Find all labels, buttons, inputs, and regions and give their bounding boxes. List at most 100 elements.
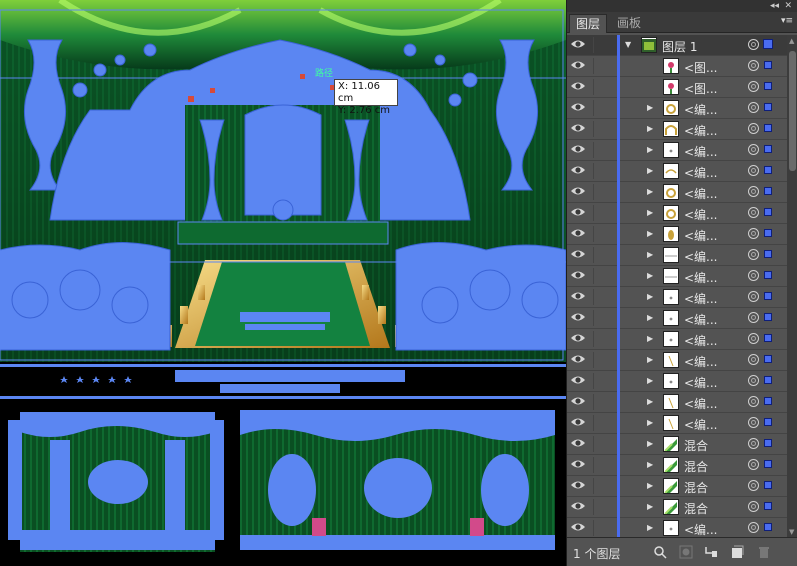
sublayer-row[interactable]: ▶ <编... bbox=[567, 350, 787, 371]
visibility-eye-icon[interactable] bbox=[570, 143, 590, 157]
sublayer-row[interactable]: ▶ <编... bbox=[567, 413, 787, 434]
layer-row[interactable]: ▼ 图层 1 bbox=[567, 35, 787, 56]
visibility-eye-icon[interactable] bbox=[570, 395, 590, 409]
visibility-eye-icon[interactable] bbox=[570, 185, 590, 199]
target-circle-icon[interactable] bbox=[748, 102, 759, 113]
visibility-eye-icon[interactable] bbox=[570, 332, 590, 346]
wedding-stage-artwork[interactable] bbox=[0, 0, 566, 566]
expand-arrow-icon[interactable]: ▶ bbox=[647, 439, 653, 448]
selection-indicator[interactable] bbox=[764, 523, 772, 531]
sublayer-row[interactable]: ▶ <编... bbox=[567, 98, 787, 119]
artboard-canvas[interactable]: 路径 X: 11.06 cm Y: 2.76 cm bbox=[0, 0, 566, 566]
selection-indicator[interactable] bbox=[764, 82, 772, 90]
expand-arrow-icon[interactable]: ▶ bbox=[647, 502, 653, 511]
layer-name[interactable]: <编... bbox=[684, 311, 718, 328]
selection-indicator[interactable] bbox=[764, 145, 772, 153]
target-circle-icon[interactable] bbox=[748, 228, 759, 239]
visibility-eye-icon[interactable] bbox=[570, 311, 590, 325]
expand-arrow-icon[interactable]: ▶ bbox=[647, 208, 653, 217]
layer-name[interactable]: <编... bbox=[684, 269, 718, 286]
expand-arrow-icon[interactable]: ▶ bbox=[647, 334, 653, 343]
layer-name[interactable]: <图... bbox=[684, 80, 718, 97]
new-layer-icon[interactable] bbox=[730, 544, 744, 558]
tab-layers[interactable]: 图层 bbox=[569, 14, 608, 33]
visibility-eye-icon[interactable] bbox=[570, 164, 590, 178]
layers-scrollbar[interactable]: ▲ ▼ bbox=[787, 35, 797, 538]
lock-toggle[interactable] bbox=[593, 205, 614, 221]
layer-name[interactable]: <编... bbox=[684, 227, 718, 244]
scrollbar-thumb[interactable] bbox=[789, 51, 796, 171]
target-circle-icon[interactable] bbox=[748, 291, 759, 302]
selection-indicator[interactable] bbox=[764, 334, 772, 342]
scroll-up-icon[interactable]: ▲ bbox=[789, 37, 794, 45]
lock-toggle[interactable] bbox=[593, 310, 614, 326]
selection-indicator[interactable] bbox=[764, 376, 772, 384]
delete-layer-icon[interactable] bbox=[757, 544, 771, 558]
visibility-eye-icon[interactable] bbox=[570, 374, 590, 388]
target-circle-icon[interactable] bbox=[748, 312, 759, 323]
selection-indicator[interactable] bbox=[764, 418, 772, 426]
lock-toggle[interactable] bbox=[593, 268, 614, 284]
lock-toggle[interactable] bbox=[593, 184, 614, 200]
sublayer-row[interactable]: <图... bbox=[567, 56, 787, 77]
target-circle-icon[interactable] bbox=[748, 249, 759, 260]
layer-name[interactable]: 图层 1 bbox=[662, 38, 697, 55]
layer-name[interactable]: <编... bbox=[684, 332, 718, 349]
visibility-eye-icon[interactable] bbox=[570, 458, 590, 472]
layer-name[interactable]: <编... bbox=[684, 101, 718, 118]
visibility-eye-icon[interactable] bbox=[570, 416, 590, 430]
lock-toggle[interactable] bbox=[593, 58, 614, 74]
sublayer-row[interactable]: <图... bbox=[567, 77, 787, 98]
layer-name[interactable]: <编... bbox=[684, 416, 718, 433]
sublayer-row[interactable]: ▶ <编... bbox=[567, 161, 787, 182]
selection-indicator[interactable] bbox=[764, 313, 772, 321]
sublayer-row[interactable]: ▶ <编... bbox=[567, 308, 787, 329]
panel-menu-icon[interactable]: ▾≡ bbox=[781, 16, 793, 26]
selection-indicator[interactable] bbox=[764, 250, 772, 258]
sublayer-row[interactable]: ▶ <编... bbox=[567, 518, 787, 538]
close-panel-icon[interactable]: ✕ bbox=[784, 0, 792, 12]
visibility-eye-icon[interactable] bbox=[570, 269, 590, 283]
selection-indicator[interactable] bbox=[764, 271, 772, 279]
sublayer-row[interactable]: ▶ <编... bbox=[567, 224, 787, 245]
target-circle-icon[interactable] bbox=[748, 438, 759, 449]
expand-arrow-icon[interactable]: ▶ bbox=[647, 460, 653, 469]
lock-toggle[interactable] bbox=[593, 415, 614, 431]
sublayer-row[interactable]: ▶ <编... bbox=[567, 119, 787, 140]
lock-toggle[interactable] bbox=[593, 289, 614, 305]
target-circle-icon[interactable] bbox=[748, 480, 759, 491]
target-circle-icon[interactable] bbox=[748, 333, 759, 344]
layer-name[interactable]: <编... bbox=[684, 521, 718, 538]
selection-indicator[interactable] bbox=[764, 229, 772, 237]
lock-toggle[interactable] bbox=[593, 394, 614, 410]
create-sublayer-icon[interactable] bbox=[704, 544, 718, 558]
make-clipping-mask-icon[interactable] bbox=[679, 544, 693, 559]
collapse-panel-icon[interactable]: ◂◂ bbox=[770, 0, 779, 12]
expand-arrow-icon[interactable]: ▶ bbox=[647, 292, 653, 301]
lock-toggle[interactable] bbox=[593, 79, 614, 95]
selection-indicator[interactable] bbox=[764, 355, 772, 363]
layer-name[interactable]: <编... bbox=[684, 206, 718, 223]
expand-arrow-icon[interactable]: ▶ bbox=[647, 376, 653, 385]
expand-arrow-icon[interactable]: ▶ bbox=[647, 166, 653, 175]
expand-arrow-icon[interactable]: ▶ bbox=[647, 481, 653, 490]
lock-toggle[interactable] bbox=[593, 352, 614, 368]
target-circle-icon[interactable] bbox=[748, 396, 759, 407]
layer-name[interactable]: 混合 bbox=[684, 479, 708, 496]
scroll-down-icon[interactable]: ▼ bbox=[789, 528, 794, 536]
visibility-eye-icon[interactable] bbox=[570, 227, 590, 241]
locate-object-icon[interactable] bbox=[653, 544, 667, 559]
lock-toggle[interactable] bbox=[593, 142, 614, 158]
expand-arrow-icon[interactable]: ▶ bbox=[647, 523, 653, 532]
selection-indicator[interactable] bbox=[763, 39, 773, 49]
visibility-eye-icon[interactable] bbox=[570, 479, 590, 493]
target-circle-icon[interactable] bbox=[748, 522, 759, 533]
visibility-eye-icon[interactable] bbox=[570, 80, 590, 94]
selection-indicator[interactable] bbox=[764, 460, 772, 468]
expand-arrow-icon[interactable]: ▶ bbox=[647, 229, 653, 238]
expand-arrow-icon[interactable]: ▶ bbox=[647, 313, 653, 322]
target-circle-icon[interactable] bbox=[748, 165, 759, 176]
expand-arrow-icon[interactable]: ▶ bbox=[647, 355, 653, 364]
lock-toggle[interactable] bbox=[593, 100, 614, 116]
visibility-eye-icon[interactable] bbox=[570, 290, 590, 304]
